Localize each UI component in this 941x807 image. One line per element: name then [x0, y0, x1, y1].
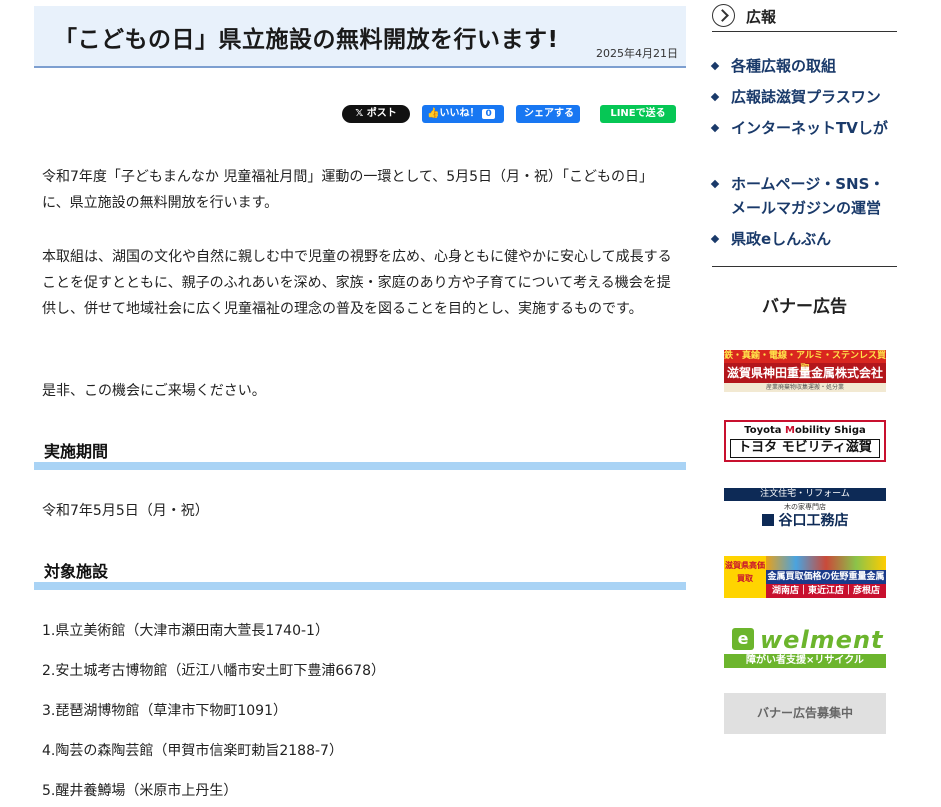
banner-kanda-metal[interactable]: 鉄・真鍮・電線・アルミ・ステンレス買取 滋賀県神田重量金属株式会社 産業廃棄物収…: [724, 350, 886, 392]
page-title: 「こどもの日」県立施設の無料開放を行います!: [54, 27, 559, 53]
banner-text: 障がい者支援×リサイクル: [724, 654, 886, 668]
facebook-share-button[interactable]: シェアする: [516, 105, 580, 123]
sidebar-item-e-shinbun[interactable]: 県政eしんぶん: [710, 227, 897, 251]
sidebar-item-internet-tv[interactable]: インターネットTVしが: [710, 116, 897, 140]
banner-text: 金属買取価格の佐野重量金属: [766, 570, 886, 584]
banner-text: 滋賀県高価買取: [724, 556, 766, 598]
diamond-bullet-icon: [710, 61, 720, 71]
sidebar-title: 広報: [746, 8, 777, 26]
banner-strip: [766, 556, 886, 570]
banner-text: Toyota Mobility Shiga: [744, 425, 866, 436]
facility-item: 5.醒井養鱒場（米原市上丹生）: [42, 783, 238, 799]
banner-toyota-mobility[interactable]: Toyota Mobility Shiga トヨタ モビリティ滋賀: [724, 420, 886, 462]
banner-taniguchi-koumuten[interactable]: 注文住宅・リフォーム 木の家専門店 谷口工務店: [724, 488, 886, 530]
banner-welment[interactable]: e welment 障がい者支援×リサイクル: [724, 624, 886, 668]
facility-item: 3.琵琶湖博物館（草津市下物町1091）: [42, 703, 287, 719]
heading-underline: [34, 462, 686, 470]
diamond-bullet-icon: [710, 92, 720, 102]
sidebar-header: 広報: [712, 4, 897, 32]
invite-paragraph: 是非、この機会にご来場ください。: [42, 383, 266, 399]
facilities-heading: 対象施設: [34, 556, 686, 590]
welment-logo-icon: e: [732, 628, 754, 650]
banner-text: 谷口工務店: [724, 510, 886, 530]
banner-text: welment: [760, 626, 884, 654]
banner-text: 鉄・真鍮・電線・アルミ・ステンレス買取: [724, 350, 886, 374]
banner-text: 滋賀県神田重量金属株式会社: [726, 366, 883, 380]
sidebar-item-label: ホームページ・SNS・メールマガジンの運営: [731, 175, 885, 217]
sidebar-item-label: インターネットTVしが: [731, 119, 888, 137]
chevron-circle-icon: [712, 4, 735, 27]
period-text: 令和7年5月5日（月・祝）: [42, 503, 209, 519]
diamond-bullet-icon: [710, 234, 720, 244]
purpose-paragraph: 本取組は、湖国の文化や自然に親しむ中で児童の視野を広め、心身ともに健やかに安心し…: [42, 249, 672, 317]
facility-item: 1.県立美術館（大津市瀬田南大萱長1740-1）: [42, 623, 329, 639]
like-count: 0: [482, 109, 495, 119]
main-content: 「こどもの日」県立施設の無料開放を行います! 2025年4月21日 𝕏 ポスト 👍…: [34, 6, 686, 799]
sidebar-item-label: 広報誌滋賀プラスワン: [731, 88, 881, 106]
period-heading-text: 実施期間: [44, 442, 109, 461]
banner-text: 湖南店｜東近江店｜彦根店: [766, 584, 886, 598]
company-logo-icon: [761, 514, 774, 526]
sidebar-divider: [712, 266, 897, 267]
welment-logo: e welment: [724, 626, 886, 654]
share-buttons: 𝕏 ポスト 👍いいね！ 0 シェアする LINEで送る: [330, 105, 676, 123]
sidebar-item-plus-one[interactable]: 広報誌滋賀プラスワン: [710, 85, 897, 109]
publish-date: 2025年4月21日: [596, 47, 678, 60]
period-heading: 実施期間: [34, 436, 686, 470]
sidebar-item-label: 各種広報の取組: [731, 57, 837, 75]
intro-paragraph: 令和7年度「子どもまんなか 児童福祉月間」運動の一環として、5月5日（月・祝）「…: [42, 169, 654, 211]
banner-ads-title: バナー広告: [762, 297, 847, 317]
like-label: いいね！: [439, 108, 480, 119]
x-post-button[interactable]: 𝕏 ポスト: [342, 105, 410, 123]
heading-underline: [34, 582, 686, 590]
sidebar-item-pr-initiatives[interactable]: 各種広報の取組: [710, 54, 897, 78]
banner-text: 注文住宅・リフォーム: [724, 488, 886, 501]
sidebar-item-web-sns[interactable]: ホームページ・SNS・メールマガジンの運営: [710, 172, 897, 220]
sidebar-item-label: 県政eしんぶん: [731, 230, 832, 248]
facility-item: 4.陶芸の森陶芸館（甲賀市信楽町勅旨2188-7）: [42, 743, 343, 759]
facilities-heading-text: 対象施設: [44, 562, 109, 581]
title-box: 「こどもの日」県立施設の無料開放を行います! 2025年4月21日: [34, 6, 686, 68]
line-send-button[interactable]: LINEで送る: [600, 105, 676, 123]
diamond-bullet-icon: [710, 179, 720, 189]
facebook-like-button[interactable]: 👍いいね！ 0: [422, 105, 504, 123]
thumbs-up-icon: 👍: [427, 108, 440, 119]
facility-item: 2.安土城考古博物館（近江八幡市安土町下豊浦6678）: [42, 663, 385, 679]
banner-text: トヨタ モビリティ滋賀: [730, 439, 880, 458]
banner-sano-metal[interactable]: 滋賀県高価買取 金属買取価格の佐野重量金属 湖南店｜東近江店｜彦根店: [724, 556, 886, 598]
banner-text: 産業廃棄物収集運搬・処分業: [724, 383, 886, 392]
diamond-bullet-icon: [710, 123, 720, 133]
banner-ad-recruitment[interactable]: バナー広告募集中: [724, 693, 886, 734]
